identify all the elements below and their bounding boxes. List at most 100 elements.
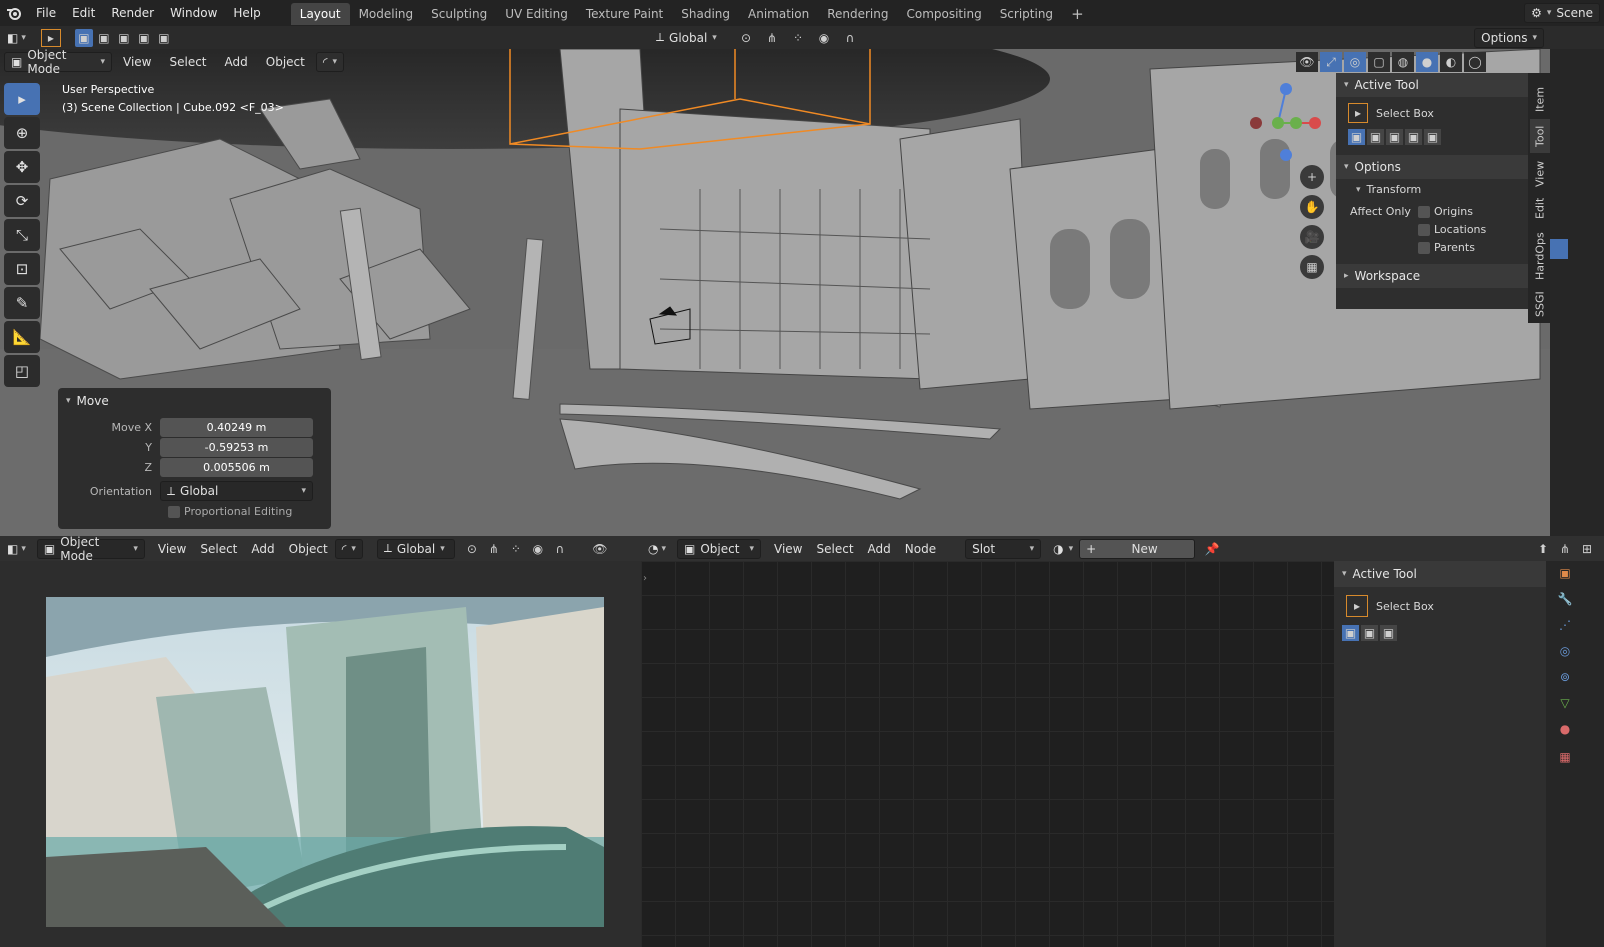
editor-type-button[interactable]: ◔ ▾: [641, 539, 673, 559]
material-icon[interactable]: ●: [1554, 719, 1576, 739]
render-preview-area[interactable]: [0, 561, 641, 947]
texture-icon[interactable]: ▦: [1554, 747, 1576, 767]
scene-selector[interactable]: ⚙ ▾ Scene: [1524, 3, 1600, 23]
proportional-editing-checkbox[interactable]: [168, 505, 180, 518]
tab-view[interactable]: View: [1530, 157, 1550, 191]
overlay-icon[interactable]: ◎: [1344, 52, 1366, 72]
menu-object[interactable]: Object: [259, 52, 312, 72]
blender-logo-icon[interactable]: [0, 3, 28, 23]
select-box-icon[interactable]: ▸: [1346, 595, 1368, 617]
menu-window[interactable]: Window: [162, 0, 225, 26]
mode-subtract-icon[interactable]: ▣: [1380, 625, 1397, 641]
select-mode-invert-icon[interactable]: ▣: [135, 29, 153, 47]
select-mode-subtract-icon[interactable]: ▣: [115, 29, 133, 47]
menu-select[interactable]: Select: [162, 52, 213, 72]
cursor-tool-icon[interactable]: ⊕: [4, 117, 40, 149]
snap-increment-icon[interactable]: ⁘: [787, 28, 809, 48]
menu-render[interactable]: Render: [103, 0, 162, 26]
tab-animation[interactable]: Animation: [739, 3, 818, 25]
mode-intersect-icon[interactable]: ▣: [1424, 129, 1441, 145]
rotate-tool-icon[interactable]: ⟳: [4, 185, 40, 217]
mode-extend-icon[interactable]: ▣: [1367, 129, 1384, 145]
tab-texture-paint[interactable]: Texture Paint: [577, 3, 672, 25]
measure-tool-icon[interactable]: 📐: [4, 321, 40, 353]
snap-icon[interactable]: ⋔: [1554, 539, 1576, 559]
move-tool-icon[interactable]: ✥: [4, 151, 40, 183]
mode-set-icon[interactable]: ▣: [1348, 129, 1365, 145]
tool-properties-icon[interactable]: ▣: [1554, 563, 1576, 583]
collapse-arrow-icon[interactable]: ▾: [1356, 185, 1361, 195]
snap-icon[interactable]: ⋔: [761, 28, 783, 48]
slot-dropdown[interactable]: Slot ▾: [965, 538, 1042, 559]
falloff-icon[interactable]: ∩: [839, 28, 861, 48]
collapse-arrow-icon[interactable]: ▾: [66, 396, 71, 406]
solid-icon[interactable]: ●: [1416, 52, 1438, 72]
mode-subtract-icon[interactable]: ▣: [1386, 129, 1403, 145]
select-mode-extend-icon[interactable]: ▣: [95, 29, 113, 47]
pan-hand-icon[interactable]: ✋: [1300, 195, 1324, 219]
tab-hardops[interactable]: HardOps: [1530, 229, 1550, 283]
snap-element-icon[interactable]: ⊞: [1576, 539, 1598, 559]
tab-shading[interactable]: Shading: [672, 3, 739, 25]
particles-icon[interactable]: ⋰: [1554, 615, 1576, 635]
grid-icon[interactable]: ▦: [1300, 255, 1324, 279]
tab-scripting[interactable]: Scripting: [991, 3, 1062, 25]
collapse-arrow-icon[interactable]: ▾: [1342, 569, 1347, 579]
object-mode-dropdown[interactable]: ▣ Object Mode ▾: [4, 49, 112, 76]
annotate-tool-icon[interactable]: ✎: [4, 287, 40, 319]
properties-tab-icon[interactable]: [1550, 239, 1568, 259]
expand-arrow-icon[interactable]: ▸: [1344, 271, 1349, 281]
tab-edit[interactable]: Edit: [1530, 193, 1550, 223]
add-cube-tool-icon[interactable]: ◰: [4, 355, 40, 387]
menu-file[interactable]: File: [28, 0, 64, 26]
constraints-icon[interactable]: ⊚: [1554, 667, 1576, 687]
select-box-icon[interactable]: ▸: [1348, 103, 1368, 123]
menu-add[interactable]: Add: [861, 539, 898, 559]
snap-increment-icon[interactable]: ⁘: [505, 539, 527, 559]
data-icon[interactable]: ▽: [1554, 693, 1576, 713]
object-mode-dropdown[interactable]: ▣ Object Mode ▾: [36, 535, 145, 563]
proportional-edit-icon[interactable]: ◉: [813, 28, 835, 48]
add-workspace-button[interactable]: +: [1062, 3, 1093, 25]
tab-tool[interactable]: Tool: [1530, 119, 1550, 153]
snap-icon[interactable]: ⋔: [483, 539, 505, 559]
gizmo-icon[interactable]: ⤢: [1320, 52, 1342, 72]
proportional-edit-icon[interactable]: ◉: [527, 539, 549, 559]
physics-icon[interactable]: ◎: [1554, 641, 1576, 661]
menu-view[interactable]: View: [116, 52, 158, 72]
mode-extend-icon[interactable]: ▣: [1361, 625, 1378, 641]
menu-add[interactable]: Add: [244, 539, 281, 559]
pin-icon[interactable]: 📌: [1201, 539, 1223, 559]
modifier-icon[interactable]: 🔧: [1554, 589, 1576, 609]
orientation-dropdown[interactable]: ⟂ Global ▾: [160, 481, 313, 501]
expand-toolbar-icon[interactable]: ›: [643, 573, 647, 584]
tab-ssgi[interactable]: SSGI: [1530, 287, 1550, 321]
new-material-button[interactable]: + New: [1079, 538, 1196, 559]
wireframe-icon[interactable]: ◍: [1392, 52, 1414, 72]
shader-type-dropdown[interactable]: ▣ Object ▾: [677, 538, 762, 559]
locations-checkbox[interactable]: [1418, 223, 1430, 236]
tab-compositing[interactable]: Compositing: [897, 3, 990, 25]
menu-add[interactable]: Add: [218, 52, 255, 72]
menu-select[interactable]: Select: [810, 539, 861, 559]
transform-orientation-dropdown[interactable]: ⟂ Global ▾: [650, 28, 723, 48]
menu-help[interactable]: Help: [225, 0, 268, 26]
3d-viewport[interactable]: User Perspective (3) Scene Collection | …: [0, 49, 1604, 536]
pivot-point-icon[interactable]: ⊙: [735, 28, 757, 48]
transform-tool-icon[interactable]: ⊡: [4, 253, 40, 285]
tab-sculpting[interactable]: Sculpting: [422, 3, 496, 25]
material-browse-dropdown[interactable]: ◑ ▾: [1047, 539, 1079, 559]
options-dropdown[interactable]: Options ▾: [1474, 27, 1544, 48]
tab-rendering[interactable]: Rendering: [818, 3, 897, 25]
mode-difference-icon[interactable]: ▣: [1405, 129, 1422, 145]
tab-uv-editing[interactable]: UV Editing: [496, 3, 577, 25]
tab-layout[interactable]: Layout: [290, 3, 350, 25]
material-preview-icon[interactable]: ◐: [1440, 52, 1462, 72]
select-mode-intersect-icon[interactable]: ▣: [155, 29, 173, 47]
zoom-icon[interactable]: +: [1300, 165, 1324, 189]
select-box-tool-icon[interactable]: ▸: [4, 83, 40, 115]
collapse-arrow-icon[interactable]: ▾: [1344, 80, 1349, 90]
editor-type-button[interactable]: ◧ ▾: [0, 28, 33, 48]
rendered-icon[interactable]: ◯: [1464, 52, 1486, 72]
menu-object[interactable]: Object: [282, 539, 335, 559]
